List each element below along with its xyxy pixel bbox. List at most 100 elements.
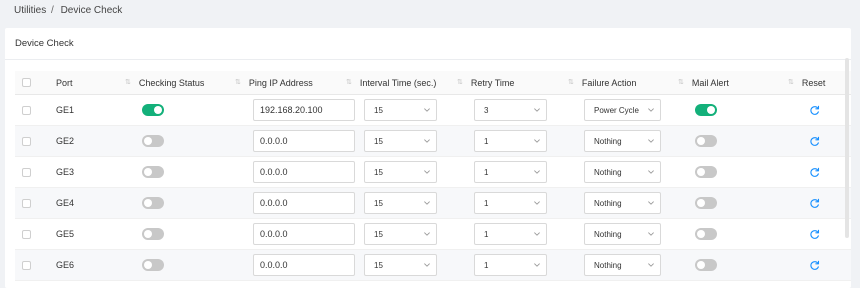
header-interval[interactable]: ⇅ Interval Time (sec.) [346, 71, 436, 94]
checking-status-toggle[interactable] [142, 197, 164, 209]
mail-alert-toggle[interactable] [695, 166, 717, 178]
retry-cell: 1 [474, 126, 547, 156]
chevron-down-icon [423, 137, 431, 145]
mail-alert-toggle[interactable] [695, 135, 717, 147]
refresh-icon[interactable] [809, 198, 820, 209]
header-reset[interactable]: ⇅ Reset [788, 71, 825, 94]
mail-alert-toggle[interactable] [695, 197, 717, 209]
reset-cell [809, 219, 820, 249]
retry-cell: 1 [474, 188, 547, 218]
interval-select[interactable]: 15 [364, 130, 437, 152]
refresh-icon[interactable] [809, 260, 820, 271]
row-checkbox[interactable] [22, 167, 31, 177]
toggle-knob [697, 199, 705, 207]
toggle-knob [144, 261, 152, 269]
checking-status-toggle[interactable] [142, 104, 164, 116]
port-label: GE1 [56, 105, 75, 115]
mail-alert-cell [695, 219, 717, 249]
chevron-down-icon [533, 230, 541, 238]
chevron-down-icon [423, 168, 431, 176]
failure-action-select[interactable]: Nothing [584, 161, 661, 183]
row-checkbox[interactable] [22, 105, 31, 115]
scrollbar[interactable] [845, 58, 849, 238]
interval-value: 15 [374, 198, 383, 208]
sort-icon[interactable]: ⇅ [346, 79, 352, 86]
failure-action-select[interactable]: Nothing [584, 254, 661, 276]
interval-select[interactable]: 15 [364, 161, 437, 183]
retry-select[interactable]: 1 [474, 161, 547, 183]
checking-status-cell [142, 157, 164, 187]
chevron-down-icon [423, 230, 431, 238]
chevron-down-icon [423, 199, 431, 207]
interval-select[interactable]: 15 [364, 99, 437, 121]
failure-action-cell: Nothing [584, 126, 661, 156]
table-row: GE2 0.0.0.0 15 1 Nothing [15, 126, 851, 157]
mail-alert-toggle[interactable] [695, 104, 717, 116]
mail-alert-cell [695, 157, 717, 187]
failure-action-select[interactable]: Nothing [584, 130, 661, 152]
interval-select[interactable]: 15 [364, 223, 437, 245]
row-checkbox[interactable] [22, 198, 31, 208]
row-checkbox[interactable] [22, 229, 31, 239]
ping-ip-cell: 0.0.0.0 [253, 188, 355, 218]
mail-alert-toggle[interactable] [695, 228, 717, 240]
port-cell: GE3 [56, 157, 74, 187]
ping-ip-input[interactable]: 0.0.0.0 [253, 254, 355, 276]
table-header: Port ⇅ Checking Status ⇅ Ping IP Address… [15, 71, 851, 95]
port-label: GE6 [56, 260, 75, 270]
failure-action-select[interactable]: Nothing [584, 223, 661, 245]
sort-icon[interactable]: ⇅ [125, 79, 131, 86]
sort-icon[interactable]: ⇅ [457, 79, 463, 86]
ping-ip-input[interactable]: 0.0.0.0 [253, 130, 355, 152]
interval-select[interactable]: 15 [364, 192, 437, 214]
breadcrumb-parent[interactable]: Utilities [14, 5, 46, 16]
checking-status-toggle[interactable] [142, 166, 164, 178]
header-failure-action[interactable]: ⇅ Failure Action [568, 71, 636, 94]
checking-status-toggle[interactable] [142, 259, 164, 271]
row-checkbox[interactable] [22, 136, 31, 146]
ping-ip-input[interactable]: 192.168.20.100 [253, 99, 355, 121]
retry-cell: 3 [474, 95, 547, 125]
chevron-down-icon [533, 106, 541, 114]
retry-select[interactable]: 1 [474, 223, 547, 245]
ping-ip-input[interactable]: 0.0.0.0 [253, 192, 355, 214]
port-label: GE2 [56, 136, 75, 146]
retry-select[interactable]: 3 [474, 99, 547, 121]
header-retry[interactable]: ⇅ Retry Time [457, 71, 514, 94]
chevron-down-icon [647, 230, 655, 238]
sort-icon[interactable]: ⇅ [568, 79, 574, 86]
header-port[interactable]: Port [56, 71, 73, 94]
row-select-cell [22, 126, 31, 156]
sort-icon[interactable]: ⇅ [678, 79, 684, 86]
refresh-icon[interactable] [809, 167, 820, 178]
ping-ip-input[interactable]: 0.0.0.0 [253, 161, 355, 183]
retry-select[interactable]: 1 [474, 130, 547, 152]
failure-action-select[interactable]: Nothing [584, 192, 661, 214]
interval-select[interactable]: 15 [364, 254, 437, 276]
sort-icon[interactable]: ⇅ [788, 79, 794, 86]
retry-select[interactable]: 1 [474, 254, 547, 276]
chevron-down-icon [533, 168, 541, 176]
sort-icon[interactable]: ⇅ [235, 79, 241, 86]
ping-ip-cell: 0.0.0.0 [253, 250, 355, 280]
header-checking-status[interactable]: ⇅ Checking Status [125, 71, 204, 94]
interval-cell: 15 [364, 157, 437, 187]
header-ping-ip[interactable]: ⇅ Ping IP Address [235, 71, 313, 94]
mail-alert-toggle[interactable] [695, 259, 717, 271]
toggle-knob [697, 137, 705, 145]
refresh-icon[interactable] [809, 229, 820, 240]
checking-status-toggle[interactable] [142, 135, 164, 147]
header-mail-alert[interactable]: ⇅ Mail Alert [678, 71, 729, 94]
retry-cell: 1 [474, 250, 547, 280]
ping-ip-input[interactable]: 0.0.0.0 [253, 223, 355, 245]
refresh-icon[interactable] [809, 136, 820, 147]
retry-select[interactable]: 1 [474, 192, 547, 214]
chevron-down-icon [647, 106, 655, 114]
row-checkbox[interactable] [22, 260, 31, 270]
failure-action-select[interactable]: Power Cycle [584, 99, 661, 121]
checking-status-toggle[interactable] [142, 228, 164, 240]
reset-cell [809, 157, 820, 187]
header-interval-label: Interval Time (sec.) [359, 77, 437, 88]
select-all-checkbox[interactable] [22, 78, 31, 87]
refresh-icon[interactable] [809, 105, 820, 116]
